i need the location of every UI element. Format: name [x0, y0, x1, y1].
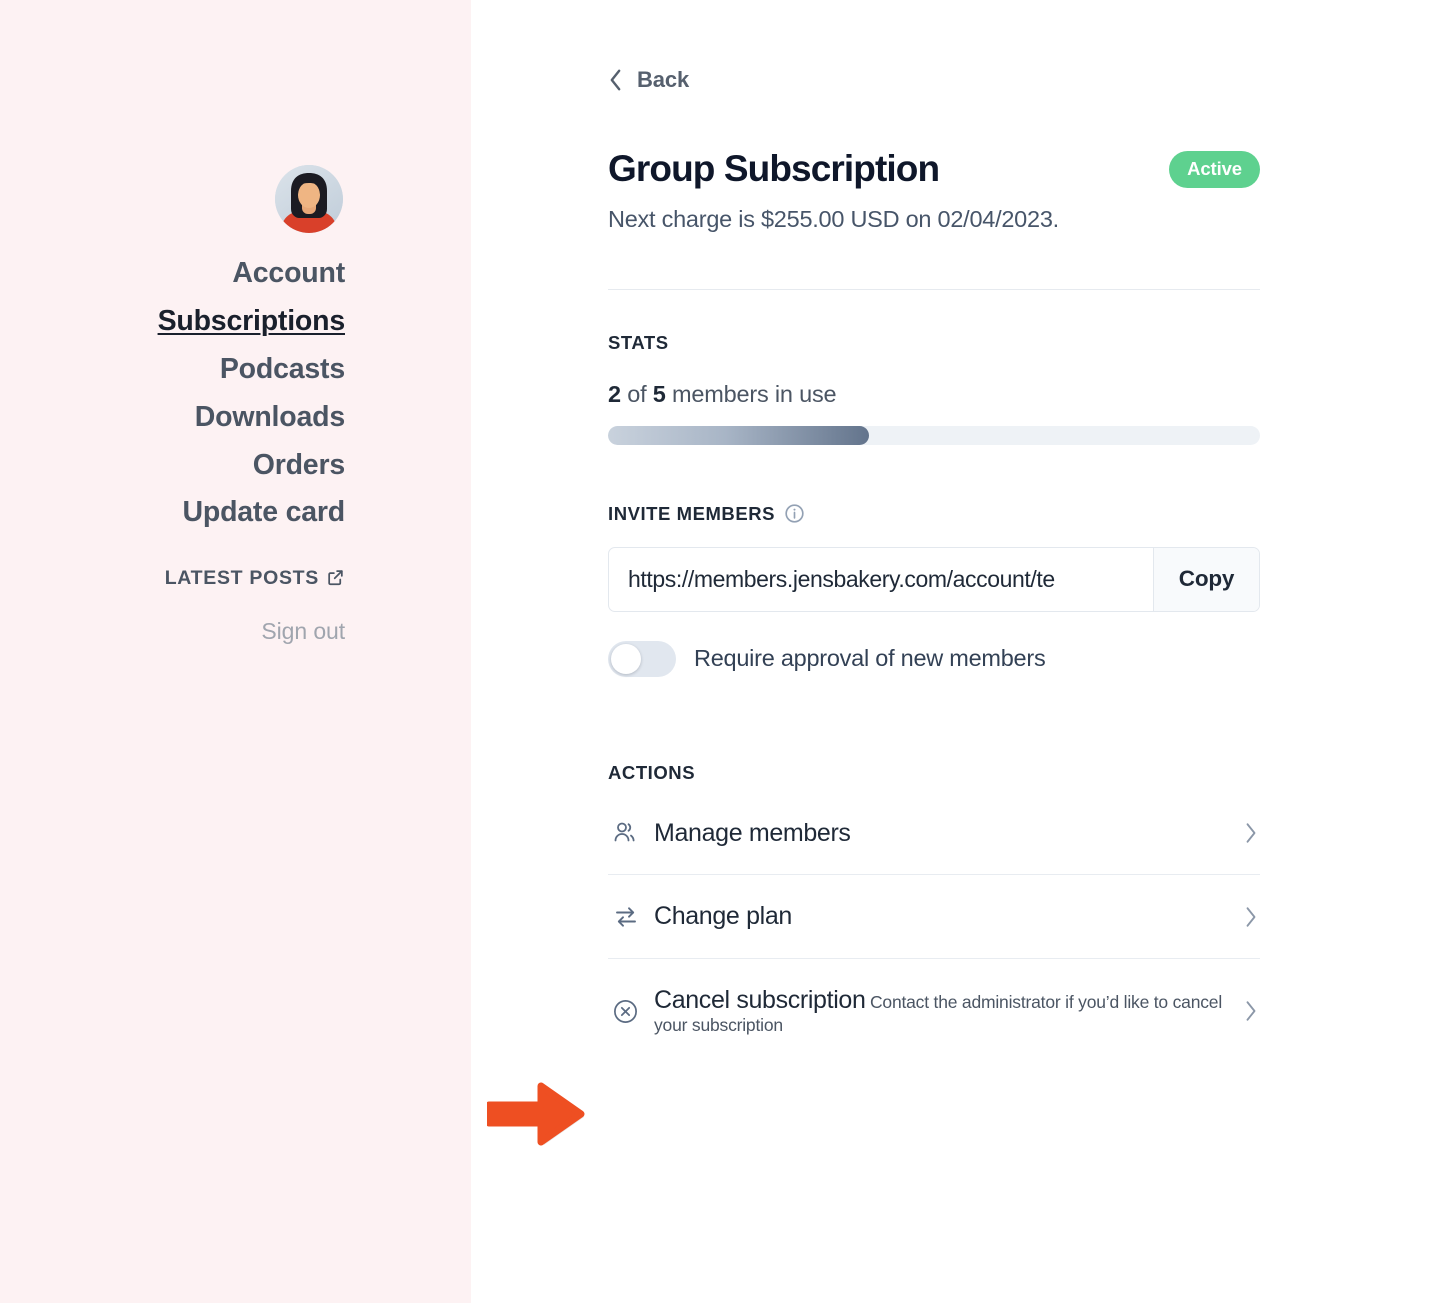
- action-change-plan[interactable]: Change plan: [608, 875, 1260, 960]
- invite-section-label: INVITE MEMBERS: [608, 503, 1260, 525]
- sidebar-item-account[interactable]: Account: [45, 250, 345, 298]
- actions-list: Manage members Change plan Cancel subscr…: [608, 792, 1260, 1063]
- chevron-right-icon: [1244, 999, 1260, 1023]
- sidebar-item-downloads[interactable]: Downloads: [45, 394, 345, 442]
- action-text: Change plan: [654, 902, 1244, 931]
- content-column: Back Group Subscription Active Next char…: [608, 0, 1260, 1063]
- sidebar-item-podcasts[interactable]: Podcasts: [45, 346, 345, 394]
- require-approval-toggle[interactable]: [608, 640, 676, 677]
- stats-section: STATS 2 of 5 members in use: [608, 332, 1260, 445]
- cancel-circle-icon: [608, 998, 654, 1025]
- page-title: Group Subscription: [608, 148, 940, 189]
- next-charge-text: Next charge is $255.00 USD on 02/04/2023…: [608, 205, 1059, 232]
- exchange-arrows-icon: [608, 903, 654, 931]
- stats-total-count: 5: [652, 380, 666, 407]
- sidebar-nav: Account Subscriptions Podcasts Downloads…: [45, 250, 346, 537]
- members-progress-bar: [608, 425, 1260, 445]
- divider-top: [608, 288, 1260, 290]
- stats-suffix: members in use: [671, 380, 837, 407]
- sidebar-inner: Account Subscriptions Podcasts Downloads…: [45, 165, 345, 645]
- actions-section: ACTIONS Manage members Change plan Cance…: [608, 762, 1260, 1063]
- members-progress-fill: [608, 425, 869, 445]
- title-row: Group Subscription Active: [608, 148, 1260, 190]
- latest-posts-link[interactable]: LATEST POSTS: [45, 567, 345, 590]
- require-approval-row[interactable]: Require approval of new members: [608, 640, 1260, 677]
- back-button[interactable]: Back: [608, 67, 689, 93]
- chevron-right-icon: [1244, 821, 1260, 845]
- action-cancel-subscription[interactable]: Cancel subscription Contact the administ…: [608, 959, 1260, 1063]
- action-title: Change plan: [654, 902, 792, 931]
- back-label: Back: [637, 67, 690, 92]
- actions-section-label: ACTIONS: [608, 761, 696, 783]
- avatar-illustration: [275, 165, 343, 233]
- users-icon: [608, 819, 654, 847]
- sign-out-button[interactable]: Sign out: [45, 618, 345, 645]
- sidebar-item-subscriptions[interactable]: Subscriptions: [45, 298, 346, 346]
- require-approval-label: Require approval of new members: [694, 645, 1046, 672]
- sidebar-item-orders[interactable]: Orders: [45, 442, 345, 490]
- action-title: Manage members: [654, 818, 851, 847]
- status-badge: Active: [1169, 150, 1260, 188]
- invite-label-text: INVITE MEMBERS: [608, 502, 776, 524]
- stats-section-label: STATS: [608, 331, 669, 353]
- invite-url-row: Copy: [608, 546, 1260, 612]
- latest-posts-label: LATEST POSTS: [164, 567, 319, 590]
- stats-usage-text: 2 of 5 members in use: [608, 381, 1260, 408]
- action-title: Cancel subscription: [654, 986, 866, 1015]
- stats-of-word: of: [627, 380, 647, 407]
- action-manage-members[interactable]: Manage members: [608, 792, 1260, 876]
- stats-used-count: 2: [608, 380, 621, 407]
- copy-button[interactable]: Copy: [1153, 547, 1259, 611]
- chevron-left-icon: [610, 69, 621, 91]
- action-text: Manage members: [654, 819, 1244, 848]
- info-circle-icon[interactable]: [784, 503, 805, 524]
- external-link-icon: [328, 570, 343, 586]
- sidebar-item-update-card[interactable]: Update card: [45, 489, 345, 537]
- invite-url-input[interactable]: [609, 547, 1153, 611]
- sidebar: Account Subscriptions Podcasts Downloads…: [0, 0, 471, 1303]
- chevron-right-icon: [1244, 905, 1260, 929]
- main-panel: Back Group Subscription Active Next char…: [471, 0, 1440, 1303]
- action-text: Cancel subscription Contact the administ…: [654, 986, 1244, 1036]
- invite-members-section: INVITE MEMBERS Copy Require approval of …: [608, 503, 1260, 677]
- toggle-knob: [611, 643, 641, 674]
- avatar[interactable]: [275, 165, 343, 233]
